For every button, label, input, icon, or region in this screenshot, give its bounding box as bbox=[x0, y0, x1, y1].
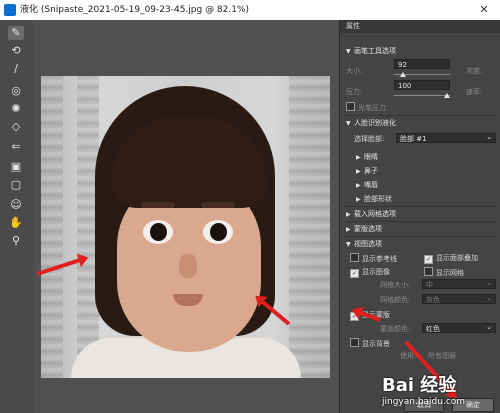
show-mesh-checkbox[interactable] bbox=[424, 267, 433, 276]
freeze-mask-tool-icon[interactable]: ▣ bbox=[8, 160, 24, 174]
show-image-option[interactable]: ✓ 显示图像 bbox=[350, 267, 390, 278]
show-image-checkbox[interactable]: ✓ bbox=[350, 269, 359, 278]
show-guides-option[interactable]: 显示参考线 bbox=[350, 253, 397, 263]
show-face-overlay-option[interactable]: ✓ 显示面部叠加 bbox=[424, 253, 478, 264]
show-face-overlay-label: 显示面部叠加 bbox=[436, 254, 478, 262]
photo-preview[interactable] bbox=[41, 76, 330, 378]
face-shape-section[interactable]: ▶ 脸部形状 bbox=[356, 194, 392, 204]
size-field[interactable]: 92 bbox=[394, 59, 450, 69]
view-options-label: 视图选项 bbox=[354, 240, 382, 248]
twirl-tool-icon[interactable]: ◎ bbox=[8, 84, 24, 98]
pressure-field[interactable]: 100 bbox=[394, 80, 450, 90]
face-shape-label: 脸部形状 bbox=[364, 195, 392, 203]
eyes-label: 眼睛 bbox=[364, 153, 378, 161]
face-aware-section[interactable]: ▼ 人脸识别液化 bbox=[346, 118, 396, 128]
stylus-pressure-option[interactable]: 光笔压力 bbox=[346, 102, 386, 112]
mouth-section[interactable]: ▶ 嘴唇 bbox=[356, 180, 378, 190]
thaw-mask-tool-icon[interactable]: ▢ bbox=[8, 178, 24, 192]
pucker-tool-icon[interactable]: ✺ bbox=[8, 102, 24, 116]
show-guides-label: 显示参考线 bbox=[362, 255, 397, 263]
properties-panel: 属性 ▼ 画笔工具选项 大小: 92 浓度: 压力: 100 速率: 光笔压力 ▼… bbox=[339, 20, 500, 413]
eyes-section[interactable]: ▶ 眼睛 bbox=[356, 152, 378, 162]
select-face-label: 选择脸部: bbox=[354, 135, 385, 143]
show-mesh-option[interactable]: 显示网格 bbox=[424, 267, 464, 277]
load-mesh-label: 载入网格选项 bbox=[354, 210, 396, 218]
push-left-tool-icon[interactable]: ⇐ bbox=[8, 140, 24, 154]
reconstruct-tool-icon[interactable]: ⟲ bbox=[8, 44, 24, 58]
pressure-slider-knob[interactable] bbox=[444, 93, 450, 98]
liquify-toolbar: ✎ ⟲ ∕ ◎ ✺ ◇ ⇐ ▣ ▢ ☺ ✋ ⚲ bbox=[0, 20, 34, 413]
window-title: 液化 (Snipaste_2021-05-19_09-23-45.jpg @ 8… bbox=[20, 5, 250, 15]
baidu-jingyan-watermark: Bai 经验 jingyan.baidu.com bbox=[382, 371, 500, 413]
close-icon[interactable]: ✕ bbox=[468, 0, 500, 20]
watermark-url: jingyan.baidu.com bbox=[382, 397, 466, 407]
bloat-tool-icon[interactable]: ◇ bbox=[8, 120, 24, 134]
mesh-size-label: 网格大小: bbox=[380, 281, 411, 289]
rate-label: 速率: bbox=[466, 88, 483, 96]
mask-color-label: 蒙版颜色: bbox=[380, 325, 411, 333]
show-face-overlay-checkbox[interactable]: ✓ bbox=[424, 255, 433, 264]
mouth-label: 嘴唇 bbox=[364, 181, 378, 189]
nose-label: 鼻子 bbox=[364, 167, 378, 175]
photoshop-app-icon bbox=[4, 4, 16, 16]
size-slider-knob[interactable] bbox=[400, 72, 406, 77]
brush-options-label: 画笔工具选项 bbox=[354, 47, 396, 55]
panel-title: 属性 bbox=[340, 20, 500, 33]
select-face-dropdown[interactable]: 脸部 #1 bbox=[396, 132, 496, 143]
load-mesh-section[interactable]: ▶ 载入网格选项 bbox=[346, 209, 396, 219]
stylus-pressure-label: 光笔压力 bbox=[358, 104, 386, 112]
view-options-section[interactable]: ▼ 视图选项 bbox=[346, 239, 382, 249]
show-image-label: 显示图像 bbox=[362, 268, 390, 276]
use-value: 所有图层 bbox=[428, 352, 456, 360]
title-bar: 液化 (Snipaste_2021-05-19_09-23-45.jpg @ 8… bbox=[0, 0, 500, 20]
show-mesh-label: 显示网格 bbox=[436, 269, 464, 277]
pressure-slider[interactable] bbox=[394, 95, 450, 96]
mesh-size-dropdown[interactable]: 中 bbox=[422, 278, 496, 289]
show-guides-checkbox[interactable] bbox=[350, 253, 359, 262]
density-label: 浓度: bbox=[466, 67, 483, 75]
forward-warp-tool-icon[interactable]: ✎ bbox=[8, 26, 24, 40]
brush-options-section[interactable]: ▼ 画笔工具选项 bbox=[346, 46, 396, 56]
zoom-tool-icon[interactable]: ⚲ bbox=[8, 234, 24, 248]
watermark-logo: Bai 经验 bbox=[382, 375, 457, 396]
smooth-tool-icon[interactable]: ∕ bbox=[8, 62, 24, 76]
size-label: 大小: bbox=[346, 67, 363, 75]
mask-options-label: 蒙版选项 bbox=[354, 225, 382, 233]
stylus-pressure-checkbox[interactable] bbox=[346, 102, 355, 111]
canvas-area[interactable] bbox=[33, 20, 339, 413]
pressure-label: 压力: bbox=[346, 88, 363, 96]
mask-color-dropdown[interactable]: 红色 bbox=[422, 322, 496, 333]
show-backdrop-option[interactable]: 显示背景 bbox=[350, 338, 390, 348]
mesh-color-label: 网格颜色: bbox=[380, 296, 411, 304]
mesh-color-dropdown[interactable]: 灰色 bbox=[422, 293, 496, 304]
show-backdrop-checkbox[interactable] bbox=[350, 338, 359, 347]
mask-options-section[interactable]: ▶ 蒙版选项 bbox=[346, 224, 382, 234]
hand-tool-icon[interactable]: ✋ bbox=[8, 216, 24, 230]
nose-section[interactable]: ▶ 鼻子 bbox=[356, 166, 378, 176]
show-backdrop-label: 显示背景 bbox=[362, 340, 390, 348]
face-tool-icon[interactable]: ☺ bbox=[8, 198, 24, 212]
face-aware-label: 人脸识别液化 bbox=[354, 119, 396, 127]
